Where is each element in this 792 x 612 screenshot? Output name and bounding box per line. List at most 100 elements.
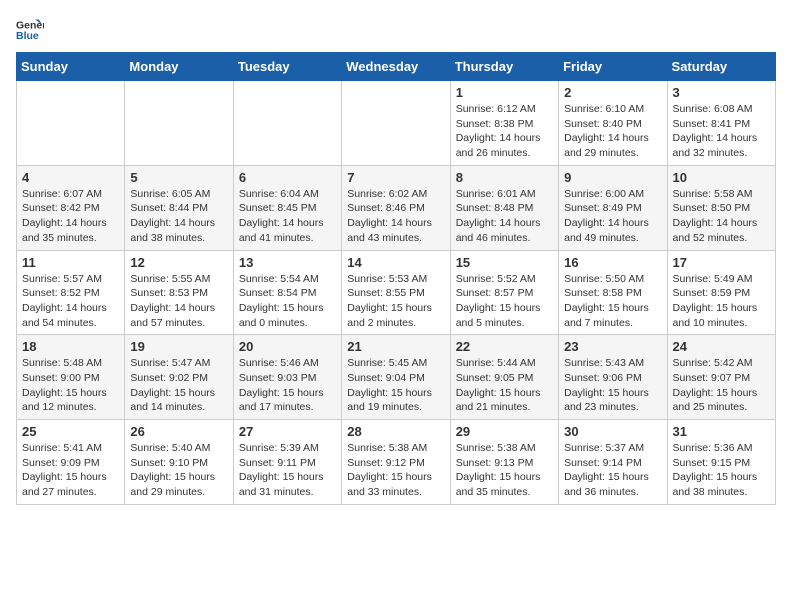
day-cell: 3 Sunrise: 6:08 AM Sunset: 8:41 PM Daylig… <box>667 81 775 166</box>
day-cell: 1 Sunrise: 6:12 AM Sunset: 8:38 PM Daylig… <box>450 81 558 166</box>
weekday-header-tuesday: Tuesday <box>233 53 341 81</box>
day-info: Sunrise: 5:52 AM Sunset: 8:57 PM Dayligh… <box>456 272 553 331</box>
day-info: Sunrise: 5:42 AM Sunset: 9:07 PM Dayligh… <box>673 356 770 415</box>
day-number: 28 <box>347 424 444 439</box>
day-cell: 30 Sunrise: 5:37 AM Sunset: 9:14 PM Dayli… <box>559 420 667 505</box>
day-info: Sunrise: 5:38 AM Sunset: 9:13 PM Dayligh… <box>456 441 553 500</box>
day-number: 30 <box>564 424 661 439</box>
day-cell: 20Sunrise: 5:46 AM Sunset: 9:03 PM Dayli… <box>233 335 341 420</box>
day-info: Sunrise: 5:45 AM Sunset: 9:04 PM Dayligh… <box>347 356 444 415</box>
day-cell <box>125 81 233 166</box>
day-info: Sunrise: 5:39 AM Sunset: 9:11 PM Dayligh… <box>239 441 336 500</box>
weekday-header-thursday: Thursday <box>450 53 558 81</box>
day-number: 13 <box>239 255 336 270</box>
day-info: Sunrise: 5:58 AM Sunset: 8:50 PM Dayligh… <box>673 187 770 246</box>
day-info: Sunrise: 5:41 AM Sunset: 9:09 PM Dayligh… <box>22 441 119 500</box>
day-number: 23 <box>564 339 661 354</box>
day-cell: 19 Sunrise: 5:47 AM Sunset: 9:02 PM Dayli… <box>125 335 233 420</box>
day-info: Sunrise: 5:53 AM Sunset: 8:55 PM Dayligh… <box>347 272 444 331</box>
week-row-2: 4 Sunrise: 6:07 AM Sunset: 8:42 PM Daylig… <box>17 165 776 250</box>
day-cell: 4 Sunrise: 6:07 AM Sunset: 8:42 PM Daylig… <box>17 165 125 250</box>
day-number: 20 <box>239 339 336 354</box>
week-row-1: 1 Sunrise: 6:12 AM Sunset: 8:38 PM Daylig… <box>17 81 776 166</box>
logo-icon: General Blue <box>16 16 44 44</box>
day-number: 27 <box>239 424 336 439</box>
day-number: 1 <box>456 85 553 100</box>
day-cell: 15 Sunrise: 5:52 AM Sunset: 8:57 PM Dayli… <box>450 250 558 335</box>
day-info: Sunrise: 5:37 AM Sunset: 9:14 PM Dayligh… <box>564 441 661 500</box>
day-info: Sunrise: 5:43 AM Sunset: 9:06 PM Dayligh… <box>564 356 661 415</box>
day-number: 4 <box>22 170 119 185</box>
day-info: Sunrise: 6:00 AM Sunset: 8:49 PM Dayligh… <box>564 187 661 246</box>
day-info: Sunrise: 5:36 AM Sunset: 9:15 PM Dayligh… <box>673 441 770 500</box>
weekday-header-sunday: Sunday <box>17 53 125 81</box>
day-number: 5 <box>130 170 227 185</box>
logo: General Blue <box>16 16 48 44</box>
day-number: 2 <box>564 85 661 100</box>
day-cell: 28 Sunrise: 5:38 AM Sunset: 9:12 PM Dayli… <box>342 420 450 505</box>
day-number: 15 <box>456 255 553 270</box>
day-info: Sunrise: 6:10 AM Sunset: 8:40 PM Dayligh… <box>564 102 661 161</box>
day-number: 31 <box>673 424 770 439</box>
day-info: Sunrise: 5:49 AM Sunset: 8:59 PM Dayligh… <box>673 272 770 331</box>
day-number: 16 <box>564 255 661 270</box>
day-number: 24 <box>673 339 770 354</box>
day-info: Sunrise: 6:05 AM Sunset: 8:44 PM Dayligh… <box>130 187 227 246</box>
day-number: 7 <box>347 170 444 185</box>
day-cell: 11Sunrise: 5:57 AM Sunset: 8:52 PM Dayli… <box>17 250 125 335</box>
day-cell: 26Sunrise: 5:40 AM Sunset: 9:10 PM Dayli… <box>125 420 233 505</box>
day-cell: 17 Sunrise: 5:49 AM Sunset: 8:59 PM Dayli… <box>667 250 775 335</box>
day-cell <box>17 81 125 166</box>
weekday-header-saturday: Saturday <box>667 53 775 81</box>
svg-text:Blue: Blue <box>16 30 39 42</box>
week-row-4: 18Sunrise: 5:48 AM Sunset: 9:00 PM Dayli… <box>17 335 776 420</box>
day-cell: 31 Sunrise: 5:36 AM Sunset: 9:15 PM Dayli… <box>667 420 775 505</box>
day-info: Sunrise: 5:50 AM Sunset: 8:58 PM Dayligh… <box>564 272 661 331</box>
day-info: Sunrise: 6:08 AM Sunset: 8:41 PM Dayligh… <box>673 102 770 161</box>
day-cell: 10 Sunrise: 5:58 AM Sunset: 8:50 PM Dayli… <box>667 165 775 250</box>
day-cell: 7 Sunrise: 6:02 AM Sunset: 8:46 PM Daylig… <box>342 165 450 250</box>
day-number: 8 <box>456 170 553 185</box>
day-number: 12 <box>130 255 227 270</box>
day-info: Sunrise: 5:54 AM Sunset: 8:54 PM Dayligh… <box>239 272 336 331</box>
day-cell: 22 Sunrise: 5:44 AM Sunset: 9:05 PM Dayli… <box>450 335 558 420</box>
weekday-header-friday: Friday <box>559 53 667 81</box>
day-cell: 21 Sunrise: 5:45 AM Sunset: 9:04 PM Dayli… <box>342 335 450 420</box>
day-info: Sunrise: 6:04 AM Sunset: 8:45 PM Dayligh… <box>239 187 336 246</box>
day-info: Sunrise: 6:12 AM Sunset: 8:38 PM Dayligh… <box>456 102 553 161</box>
day-number: 10 <box>673 170 770 185</box>
day-cell <box>342 81 450 166</box>
weekday-header-wednesday: Wednesday <box>342 53 450 81</box>
header: General Blue <box>16 16 776 44</box>
day-cell: 29 Sunrise: 5:38 AM Sunset: 9:13 PM Dayli… <box>450 420 558 505</box>
day-number: 17 <box>673 255 770 270</box>
day-number: 3 <box>673 85 770 100</box>
weekday-header-monday: Monday <box>125 53 233 81</box>
day-cell: 5 Sunrise: 6:05 AM Sunset: 8:44 PM Daylig… <box>125 165 233 250</box>
day-number: 26 <box>130 424 227 439</box>
day-cell: 14 Sunrise: 5:53 AM Sunset: 8:55 PM Dayli… <box>342 250 450 335</box>
day-number: 14 <box>347 255 444 270</box>
day-cell: 24 Sunrise: 5:42 AM Sunset: 9:07 PM Dayli… <box>667 335 775 420</box>
day-number: 25 <box>22 424 119 439</box>
day-info: Sunrise: 6:02 AM Sunset: 8:46 PM Dayligh… <box>347 187 444 246</box>
day-number: 19 <box>130 339 227 354</box>
day-cell: 9Sunrise: 6:00 AM Sunset: 8:49 PM Daylig… <box>559 165 667 250</box>
day-number: 6 <box>239 170 336 185</box>
day-info: Sunrise: 5:44 AM Sunset: 9:05 PM Dayligh… <box>456 356 553 415</box>
day-info: Sunrise: 6:01 AM Sunset: 8:48 PM Dayligh… <box>456 187 553 246</box>
day-info: Sunrise: 6:07 AM Sunset: 8:42 PM Dayligh… <box>22 187 119 246</box>
day-cell: 16 Sunrise: 5:50 AM Sunset: 8:58 PM Dayli… <box>559 250 667 335</box>
day-number: 22 <box>456 339 553 354</box>
weekday-header-row: SundayMondayTuesdayWednesdayThursdayFrid… <box>17 53 776 81</box>
day-cell: 6 Sunrise: 6:04 AM Sunset: 8:45 PM Daylig… <box>233 165 341 250</box>
day-info: Sunrise: 5:38 AM Sunset: 9:12 PM Dayligh… <box>347 441 444 500</box>
day-info: Sunrise: 5:55 AM Sunset: 8:53 PM Dayligh… <box>130 272 227 331</box>
day-number: 11 <box>22 255 119 270</box>
day-info: Sunrise: 5:47 AM Sunset: 9:02 PM Dayligh… <box>130 356 227 415</box>
day-number: 29 <box>456 424 553 439</box>
day-number: 21 <box>347 339 444 354</box>
day-cell: 18Sunrise: 5:48 AM Sunset: 9:00 PM Dayli… <box>17 335 125 420</box>
day-info: Sunrise: 5:48 AM Sunset: 9:00 PM Dayligh… <box>22 356 119 415</box>
week-row-3: 11Sunrise: 5:57 AM Sunset: 8:52 PM Dayli… <box>17 250 776 335</box>
